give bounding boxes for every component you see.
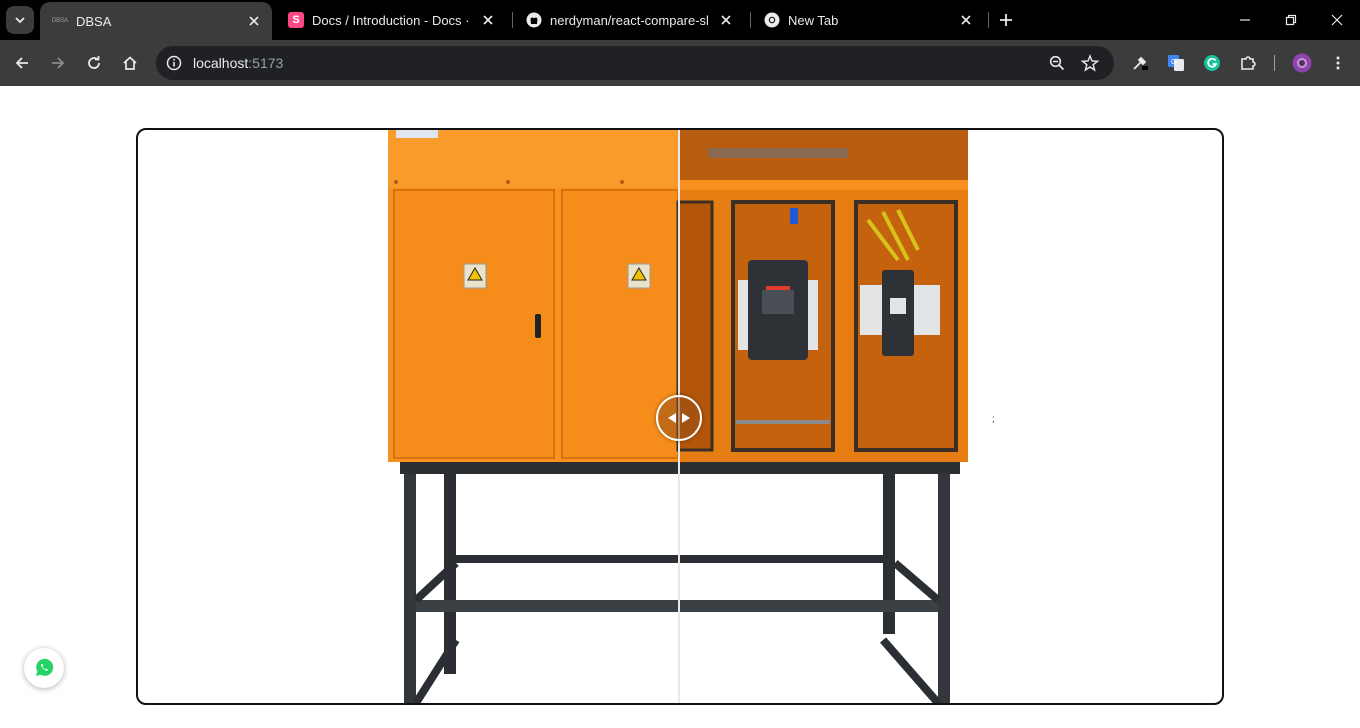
tab-github[interactable]: nerdyman/react-compare-slider xyxy=(514,0,744,40)
url-text: localhost:5173 xyxy=(193,55,283,71)
menu-button[interactable] xyxy=(1324,49,1352,77)
chrome-icon xyxy=(764,12,780,28)
avatar xyxy=(1292,53,1312,73)
more-vertical-icon xyxy=(1336,56,1340,70)
restore-icon xyxy=(1285,14,1297,26)
extension-eyedropper-button[interactable] xyxy=(1126,49,1154,77)
restore-button[interactable] xyxy=(1268,0,1314,40)
minimize-icon xyxy=(1240,19,1250,21)
close-tab-icon[interactable] xyxy=(956,10,976,30)
tab-title: nerdyman/react-compare-slider xyxy=(550,12,708,28)
arrow-left-icon xyxy=(15,57,28,69)
tab-separator xyxy=(988,12,989,28)
extension-grammarly-button[interactable] xyxy=(1198,49,1226,77)
info-icon xyxy=(166,55,182,71)
stray-mark: ; xyxy=(992,414,995,425)
favicon-text: DBSA xyxy=(51,18,69,24)
forward-button[interactable] xyxy=(44,49,72,77)
address-bar[interactable]: localhost:5173 xyxy=(156,46,1114,80)
home-button[interactable] xyxy=(116,49,144,77)
tab-docs[interactable]: S Docs / Introduction - Docs · Stc xyxy=(276,0,506,40)
url-host: localhost xyxy=(193,55,249,71)
home-icon xyxy=(123,56,137,70)
site-info-button[interactable] xyxy=(162,51,186,75)
slider-handle[interactable] xyxy=(656,395,702,441)
zoom-out-icon xyxy=(1049,55,1065,71)
close-tab-icon[interactable] xyxy=(244,11,264,31)
svg-text:G: G xyxy=(1171,59,1176,66)
close-window-button[interactable] xyxy=(1314,0,1360,40)
image-compare-slider[interactable]: ; xyxy=(136,128,1224,705)
close-tab-icon[interactable] xyxy=(478,10,498,30)
extensions-button[interactable] xyxy=(1234,49,1262,77)
minimize-button[interactable] xyxy=(1222,0,1268,40)
tab-separator xyxy=(750,12,751,28)
puzzle-icon xyxy=(1241,56,1256,70)
storybook-favicon-icon: S xyxy=(288,12,304,28)
tab-title: Docs / Introduction - Docs · Stc xyxy=(312,12,470,28)
tab-strip: DBSA DBSA S Docs / Introduction - Docs ·… xyxy=(0,0,1360,40)
tab-search-button[interactable] xyxy=(6,6,34,34)
github-icon xyxy=(526,12,542,28)
bookmark-button[interactable] xyxy=(1078,51,1102,75)
star-icon xyxy=(1081,54,1099,72)
favicon-text: S xyxy=(292,14,300,26)
dbsa-favicon-icon: DBSA xyxy=(52,13,68,29)
tab-dbsa[interactable]: DBSA DBSA xyxy=(40,2,272,40)
google-translate-icon: G xyxy=(1168,55,1184,71)
url-port: :5173 xyxy=(248,55,284,71)
browser-toolbar: localhost:5173 G xyxy=(0,40,1360,86)
open-cabinet-image xyxy=(676,130,968,462)
new-tab-button[interactable] xyxy=(994,8,1018,32)
arrow-right-icon xyxy=(52,57,65,69)
toolbar-divider xyxy=(1274,55,1275,71)
steel-stand xyxy=(400,460,960,703)
zoom-button[interactable] xyxy=(1045,51,1069,75)
tab-title: New Tab xyxy=(788,12,839,28)
chevron-down-icon xyxy=(15,17,25,24)
back-button[interactable] xyxy=(8,49,36,77)
tab-title: DBSA xyxy=(76,13,112,29)
grammarly-icon xyxy=(1204,55,1220,71)
close-icon xyxy=(1331,14,1343,26)
reload-icon xyxy=(88,56,100,69)
tab-new-tab[interactable]: New Tab xyxy=(752,0,984,40)
whatsapp-button[interactable] xyxy=(24,648,64,688)
closed-cabinet-image xyxy=(388,130,679,462)
plus-icon xyxy=(1000,14,1012,26)
extension-translate-button[interactable]: G xyxy=(1162,49,1190,77)
profile-button[interactable] xyxy=(1288,49,1316,77)
tab-separator xyxy=(512,12,513,28)
eyedropper-icon xyxy=(1133,56,1148,70)
whatsapp-icon xyxy=(36,658,54,676)
reload-button[interactable] xyxy=(80,49,108,77)
close-tab-icon[interactable] xyxy=(716,10,736,30)
arrow-left-icon xyxy=(668,413,676,423)
arrow-right-icon xyxy=(682,413,690,423)
page-viewport: ; xyxy=(0,86,1360,728)
